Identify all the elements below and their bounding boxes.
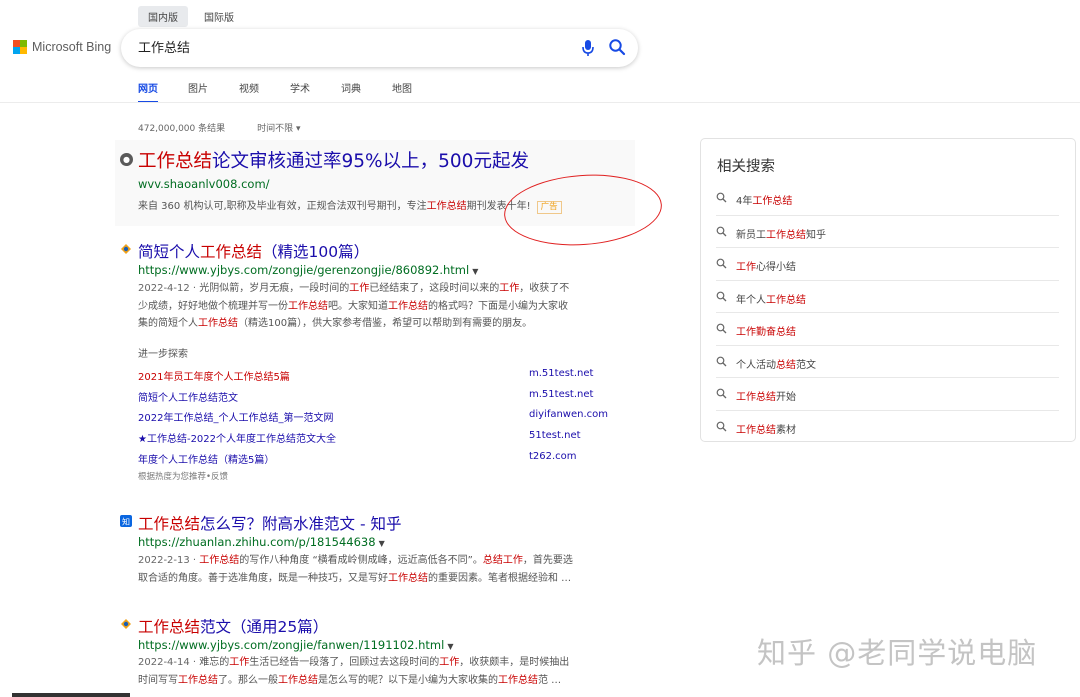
- region-tabs: 国内版 国际版: [138, 6, 244, 27]
- result-stats: 472,000,000 条结果 时间不限 ▾: [138, 121, 301, 134]
- related-search-item[interactable]: 工作总结开始: [716, 377, 1059, 410]
- related-search-label: 新员工工作总结知乎: [736, 230, 826, 241]
- explore-domain[interactable]: m.51test.net: [529, 368, 593, 379]
- result-snippet: 2022-2-13 · 工作总结的写作八种角度 “横看成岭侧成峰，远近高低各不同…: [138, 555, 573, 584]
- related-searches-title: 相关搜索: [717, 159, 775, 175]
- search-icon: [716, 388, 727, 399]
- search-result: 知 工作总结怎么写？附高水准范文 - 知乎 https://zhuanlan.z…: [120, 512, 630, 592]
- tab-dictionary[interactable]: 词典: [341, 80, 392, 103]
- related-search-label: 工作心得小结: [736, 262, 796, 273]
- related-search-item[interactable]: 工作勤奋总结: [716, 312, 1059, 345]
- bing-logo[interactable]: Microsoft Bing: [13, 40, 111, 54]
- search-icon: [716, 323, 727, 334]
- yjbys-favicon-icon: [121, 619, 131, 629]
- ad-url[interactable]: wvv.shaoanlv008.com/: [138, 177, 270, 191]
- search-icon: [716, 421, 727, 432]
- bottom-bar: [12, 693, 130, 697]
- related-search-item[interactable]: 年个人工作总结: [716, 280, 1059, 313]
- search-icon: [716, 258, 727, 269]
- related-search-label: 工作总结开始: [736, 392, 796, 403]
- related-searches-panel: 相关搜索 4年工作总结新员工工作总结知乎 工作心得小结 年个人工作总结 工作勤奋总结个…: [700, 138, 1076, 442]
- tab-images[interactable]: 图片: [188, 80, 239, 103]
- result-url[interactable]: https://zhuanlan.zhihu.com/p/181544638 ▼: [138, 535, 385, 549]
- explore-link[interactable]: 简短个人工作总结范文: [138, 389, 238, 404]
- explore-domain[interactable]: diyifanwen.com: [529, 409, 608, 420]
- explore-link[interactable]: 2022年工作总结_个人工作总结_第一范文网: [138, 409, 333, 424]
- result-title[interactable]: 简短个人工作总结（精选100篇）: [138, 240, 369, 262]
- related-search-label: 工作总结素材: [736, 425, 796, 436]
- svg-text:知: 知: [122, 517, 130, 527]
- explore-link[interactable]: 年度个人工作总结（精选5篇）: [138, 451, 274, 466]
- logo-text: Microsoft Bing: [32, 40, 112, 54]
- result-title[interactable]: 工作总结怎么写？附高水准范文 - 知乎: [138, 512, 401, 534]
- result-snippet: 2022-4-14 · 难忘的工作生活已经告一段落了，回顾过去这段时间的工作，收…: [138, 657, 570, 686]
- result-title[interactable]: 工作总结范文（通用25篇）: [138, 615, 328, 637]
- nav-tabs: 网页 图片 视频 学术 词典 地图: [138, 80, 443, 103]
- related-search-item[interactable]: 工作心得小结: [716, 247, 1059, 280]
- yjbys-favicon-icon: [121, 244, 131, 254]
- explore-link[interactable]: 2021年员工年度个人工作总结5篇: [138, 368, 290, 383]
- result-url[interactable]: https://www.yjbys.com/zongjie/gerenzongj…: [138, 263, 478, 277]
- result-url[interactable]: https://www.yjbys.com/zongjie/fanwen/119…: [138, 638, 453, 652]
- watermark: 知乎 @老同学说电脑: [757, 636, 1038, 670]
- microsoft-logo-icon: [13, 40, 27, 54]
- ad-favicon-icon: ●: [120, 153, 133, 166]
- explore-link[interactable]: ★工作总结-2022个人年度工作总结范文大全: [138, 430, 336, 445]
- explore-heading: 进一步探索: [138, 349, 188, 360]
- related-search-label: 4年工作总结: [736, 196, 793, 207]
- related-search-item[interactable]: 新员工工作总结知乎: [716, 215, 1059, 248]
- search-result: 工作总结范文（通用25篇） https://www.yjbys.com/zong…: [120, 615, 630, 695]
- microphone-icon[interactable]: [581, 39, 595, 57]
- ad-title[interactable]: 工作总结论文审核通过率95%以上，500元起发: [138, 147, 529, 173]
- search-box: [121, 29, 638, 67]
- search-icon[interactable]: [608, 38, 626, 56]
- result-snippet: 2022-4-12 · 光阴似箭，岁月无痕，一段时间的工作已经结束了，这段时间以…: [138, 283, 570, 329]
- related-search-label: 个人活动总结范文: [736, 360, 816, 371]
- result-count: 472,000,000 条结果: [138, 124, 226, 134]
- related-search-label: 工作勤奋总结: [736, 327, 796, 338]
- tab-videos[interactable]: 视频: [239, 80, 290, 103]
- region-tab-international[interactable]: 国际版: [194, 6, 244, 27]
- related-search-item[interactable]: 个人活动总结范文: [716, 345, 1059, 378]
- search-icon: [716, 226, 727, 237]
- header-divider: [0, 102, 1080, 103]
- related-search-item[interactable]: 工作总结素材: [716, 410, 1059, 443]
- tab-academic[interactable]: 学术: [290, 80, 341, 103]
- explore-domain[interactable]: t262.com: [529, 451, 577, 462]
- ad-description: 来自 360 机构认可,职称及毕业有效，正规合法双刊号期刊，专注工作总结期刊发表…: [138, 197, 562, 214]
- search-result: 简短个人工作总结（精选100篇） https://www.yjbys.com/z…: [120, 240, 630, 340]
- time-filter[interactable]: 时间不限 ▾: [257, 121, 300, 134]
- explore-domain[interactable]: m.51test.net: [529, 389, 593, 400]
- tab-maps[interactable]: 地图: [392, 80, 443, 103]
- explore-footer[interactable]: 根据热度为您推荐•反馈: [138, 470, 228, 482]
- search-icon: [716, 291, 727, 302]
- zhihu-favicon-icon: 知: [120, 515, 132, 527]
- search-icon: [716, 192, 727, 203]
- explore-domain[interactable]: 51test.net: [529, 430, 581, 441]
- tab-web[interactable]: 网页: [138, 80, 158, 103]
- related-search-item[interactable]: 4年工作总结: [716, 182, 1059, 215]
- search-input[interactable]: [138, 39, 558, 54]
- region-tab-domestic[interactable]: 国内版: [138, 6, 188, 27]
- related-search-label: 年个人工作总结: [736, 295, 806, 306]
- search-icon: [716, 356, 727, 367]
